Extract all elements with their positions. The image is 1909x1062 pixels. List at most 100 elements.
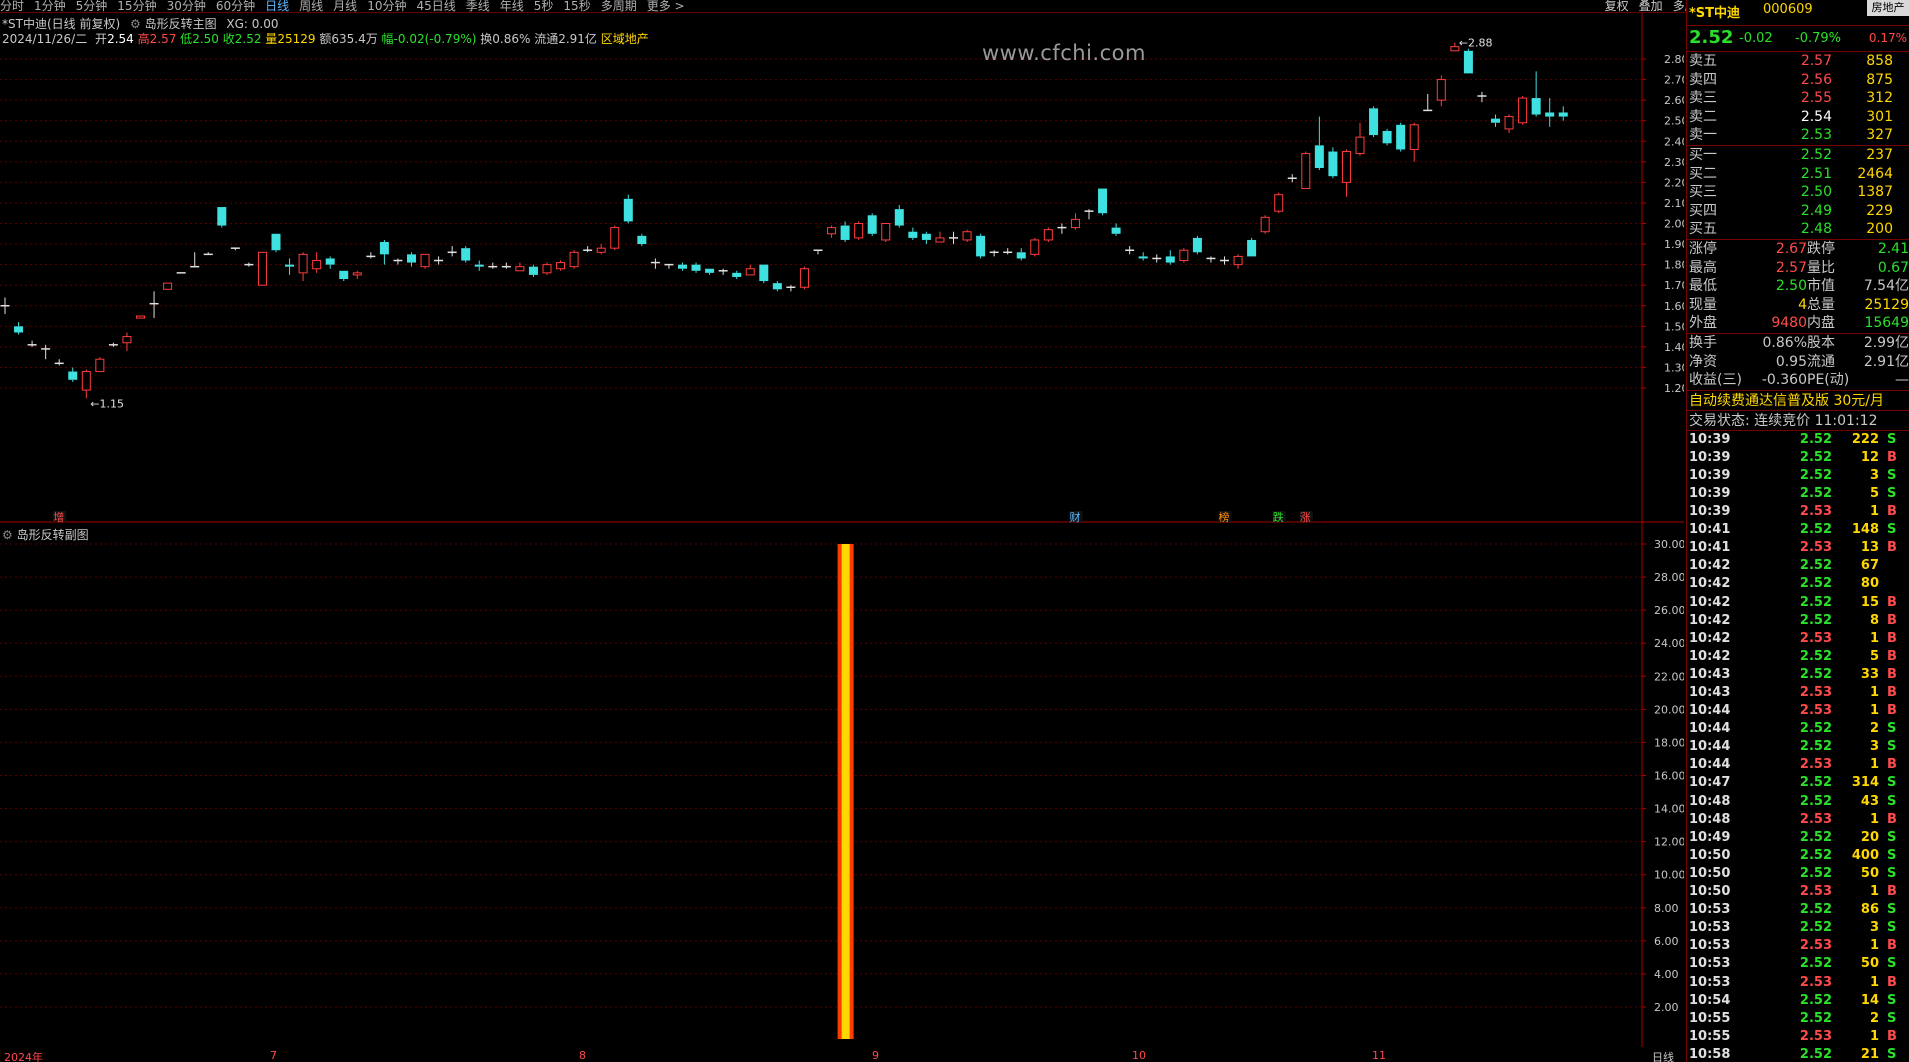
y-tick-label: 1.40 xyxy=(1664,341,1684,354)
event-tag[interactable]: 跌 xyxy=(1272,510,1286,523)
bids-row[interactable]: 买五 2.48 200 xyxy=(1687,220,1909,239)
candle xyxy=(610,225,620,251)
tick-side: S xyxy=(1887,739,1897,755)
bids-row[interactable]: 买二 2.51 2464 xyxy=(1687,165,1909,184)
tick-time: 10:44 xyxy=(1689,757,1731,773)
stat-value: 25129 xyxy=(1864,296,1909,313)
candle xyxy=(41,344,51,360)
candle xyxy=(1314,116,1324,171)
candle xyxy=(976,233,986,259)
sub-chart-panel[interactable]: 30.00 28.00 26.00 24.00 22.00 20.00 18.00 16.00… xyxy=(0,523,1684,1047)
y-tick-label: 1.50 xyxy=(1664,320,1684,333)
period-tab[interactable]: 分时 xyxy=(0,0,24,13)
period-tab[interactable]: 10分钟 xyxy=(367,0,406,13)
tick-time: 10:53 xyxy=(1689,938,1731,954)
period-label[interactable]: 日线 xyxy=(1652,1049,1674,1062)
sub-y-tick-label: 24.00 xyxy=(1654,637,1684,650)
float-value: 流通2.91亿 xyxy=(534,32,597,46)
asks-row[interactable]: 卖一 2.53 327 xyxy=(1687,126,1909,145)
industry-badge[interactable]: 房地产 xyxy=(1867,0,1909,16)
toolbar-button[interactable]: 复权 xyxy=(1605,0,1629,13)
period-tab[interactable]: 1分钟 xyxy=(34,0,66,13)
tick-volume: 14 xyxy=(1860,992,1879,1008)
period-tab[interactable]: 5分钟 xyxy=(76,0,108,13)
stock-name: *ST中迪 xyxy=(1689,6,1741,21)
tick-row: 10:42 2.52 67 xyxy=(1687,557,1909,575)
tick-row: 10:48 2.53 1 B xyxy=(1687,811,1909,829)
stat-value: — xyxy=(1895,372,1909,389)
tick-price: 2.52 xyxy=(1799,648,1832,664)
stat-row: 最高 2.57 量比 0.67 xyxy=(1687,259,1909,278)
event-tag[interactable]: 涨 xyxy=(1299,511,1313,523)
tick-row: 10:44 2.52 2 S xyxy=(1687,720,1909,738)
period-tab[interactable]: 日线 xyxy=(265,0,289,13)
sub-indicator-settings-icon[interactable]: ⚙ xyxy=(2,528,13,542)
tick-price: 2.52 xyxy=(1799,558,1832,574)
event-tag[interactable]: 财 xyxy=(1069,510,1083,523)
period-tab[interactable]: 15分钟 xyxy=(117,0,156,13)
asks-row[interactable]: 卖二 2.54 301 xyxy=(1687,108,1909,127)
period-tab[interactable]: 更多 > xyxy=(647,0,685,13)
tick-volume: 1 xyxy=(1869,630,1879,646)
ask-book: 卖五 2.57 858 卖四 2.56 875 卖三 2.55 312 卖二 2.54 301 卖一 2.… xyxy=(1687,52,1909,146)
tick-row: 10:44 2.52 3 S xyxy=(1687,738,1909,756)
period-tab[interactable]: 45日线 xyxy=(416,0,455,13)
asks-row[interactable]: 卖三 2.55 312 xyxy=(1687,89,1909,108)
bids-row[interactable]: 买一 2.52 237 xyxy=(1687,146,1909,165)
period-tab[interactable]: 周线 xyxy=(299,0,323,13)
period-tab[interactable]: 年线 xyxy=(500,0,524,13)
book-level-label: 买五 xyxy=(1689,221,1717,238)
candle xyxy=(163,282,173,290)
stat-value: 15649 xyxy=(1864,315,1909,332)
indicator-settings-icon[interactable]: ⚙ xyxy=(130,17,141,31)
promo-banner[interactable]: 自动续费通达信普及版 30元/月 xyxy=(1687,391,1909,411)
event-tag[interactable]: 榜 xyxy=(1218,510,1232,523)
book-price: 2.48 xyxy=(1800,221,1832,238)
high-marker: ←2.88 xyxy=(1459,37,1493,50)
tick-side: B xyxy=(1887,811,1897,827)
candle xyxy=(813,249,823,255)
stat-value: 2.41 xyxy=(1877,240,1909,257)
period-tab[interactable]: 多周期 xyxy=(601,0,637,13)
stat-row: 换手 0.86% 股本 2.99亿 xyxy=(1687,334,1909,353)
sub-y-tick-label: 2.00 xyxy=(1654,1001,1679,1014)
tick-volume: 21 xyxy=(1860,1046,1879,1062)
indicator-name[interactable]: 岛形反转主图 xyxy=(145,17,217,31)
date-axis-label: 2024年 xyxy=(4,1051,43,1062)
main-chart-panel[interactable]: 2.80 2.70 2.60 2.50 2.40 2.30 2.20 2.10 2.00 1.90… xyxy=(0,13,1684,523)
period-tab[interactable]: 30分钟 xyxy=(167,0,206,13)
bids-row[interactable]: 买三 2.50 1387 xyxy=(1687,183,1909,202)
period-tab[interactable]: 5秒 xyxy=(534,0,554,13)
tick-side: S xyxy=(1887,485,1897,501)
indicator-value: XG: 0.00 xyxy=(226,17,279,31)
tick-list[interactable]: 10:39 2.52 222 S 10:39 2.52 12 B 10:39 2.52 3 S 10:3… xyxy=(1687,431,1909,1062)
sub-indicator-chart[interactable]: 30.00 28.00 26.00 24.00 22.00 20.00 18.00 16.00… xyxy=(0,523,1684,1047)
candlestick-chart[interactable]: 2.80 2.70 2.60 2.50 2.40 2.30 2.20 2.10 2.00 1.90… xyxy=(0,13,1684,523)
sub-indicator-name[interactable]: 岛形反转副图 xyxy=(17,528,89,542)
asks-row[interactable]: 卖五 2.57 858 xyxy=(1687,52,1909,71)
period-tab[interactable]: 季线 xyxy=(466,0,490,13)
toolbar-button[interactable]: 叠加 xyxy=(1639,0,1663,13)
period-tab[interactable]: 月线 xyxy=(333,0,357,13)
sector-link[interactable]: 区域地产 xyxy=(601,32,649,46)
candle xyxy=(1341,149,1351,197)
tick-row: 10:49 2.52 20 S xyxy=(1687,829,1909,847)
tick-side: S xyxy=(1887,1046,1897,1062)
tick-price: 2.52 xyxy=(1799,449,1832,465)
asks-row[interactable]: 卖四 2.56 875 xyxy=(1687,71,1909,90)
stat-value: 0.67 xyxy=(1877,259,1909,276)
tick-side: S xyxy=(1887,522,1897,538)
event-tag[interactable]: 增 xyxy=(53,510,67,523)
bids-row[interactable]: 买四 2.49 229 xyxy=(1687,202,1909,221)
tick-volume: 1 xyxy=(1869,811,1879,827)
sub-y-tick-label: 20.00 xyxy=(1654,703,1684,716)
tick-volume: 50 xyxy=(1860,865,1879,881)
candle xyxy=(149,291,159,319)
period-tab[interactable]: 60分钟 xyxy=(216,0,255,13)
y-tick-label: 1.90 xyxy=(1664,238,1684,251)
period-tab[interactable]: 15秒 xyxy=(563,0,590,13)
candle xyxy=(203,252,213,256)
candle xyxy=(1274,192,1284,214)
tick-row: 10:50 2.53 1 B xyxy=(1687,883,1909,901)
candle xyxy=(542,262,552,275)
